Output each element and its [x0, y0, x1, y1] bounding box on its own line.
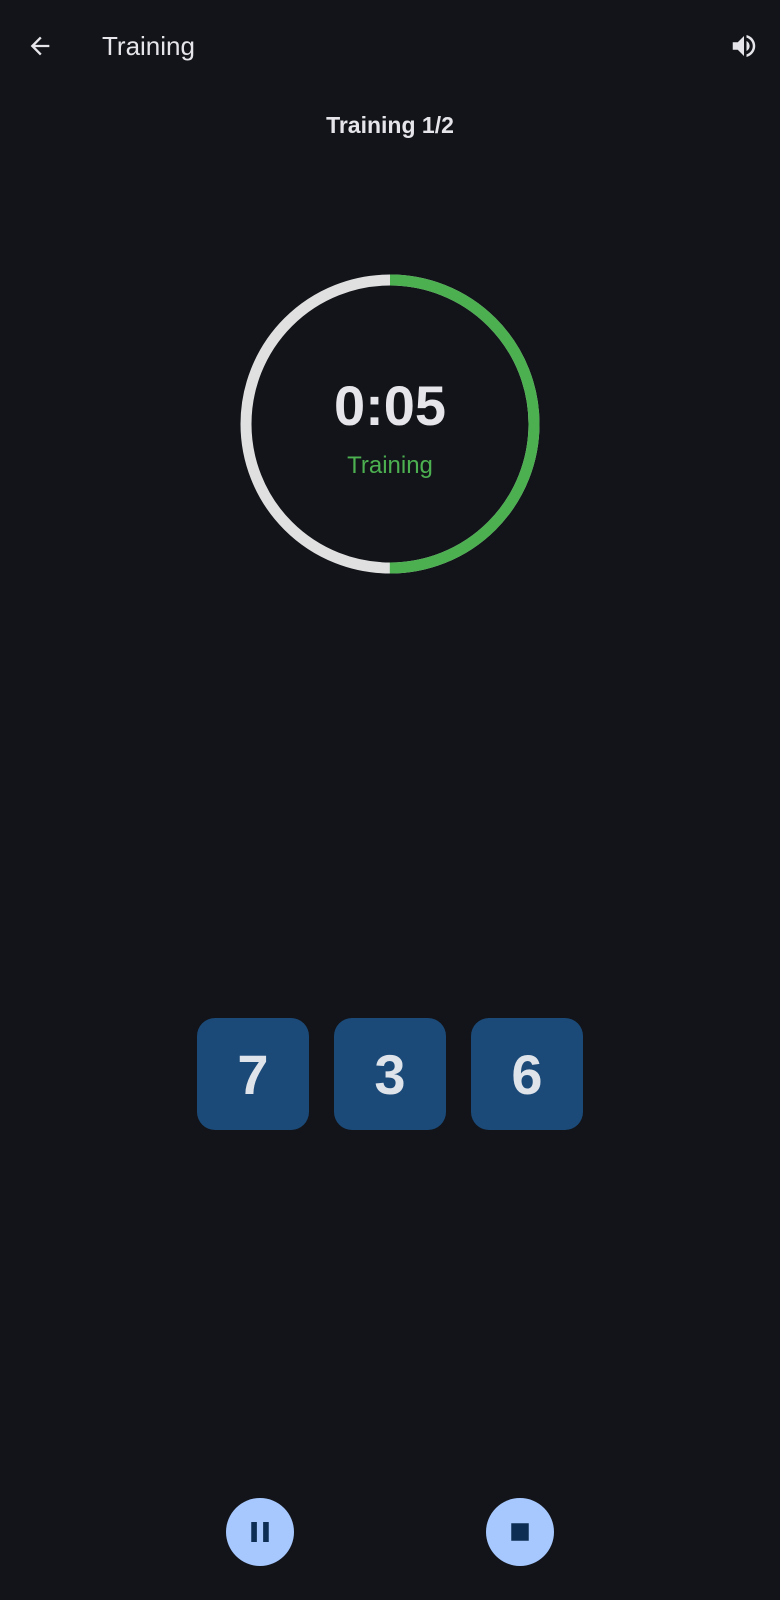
- stop-icon: [511, 1523, 529, 1541]
- stop-button[interactable]: [486, 1498, 554, 1566]
- volume-up-icon: [732, 35, 756, 57]
- page-title: Training: [102, 31, 195, 61]
- countdown-timer: 0:05 Training: [240, 274, 540, 574]
- round-counter: Training 1/2: [326, 112, 454, 138]
- pause-icon: [251, 1522, 269, 1542]
- back-button[interactable]: [16, 22, 64, 70]
- digit-tile: 6: [471, 1018, 583, 1130]
- arrow-back-icon: [30, 36, 50, 56]
- pause-button[interactable]: [226, 1498, 294, 1566]
- sound-toggle-button[interactable]: [720, 22, 768, 70]
- digit-tile: 7: [197, 1018, 309, 1130]
- timer-phase-label: Training: [347, 452, 433, 479]
- app-bar: Training: [0, 0, 780, 92]
- timer-time: 0:05: [333, 374, 447, 437]
- digit-tile: 3: [334, 1018, 446, 1130]
- digit-sequence: 7 3 6: [197, 1018, 583, 1130]
- training-screen: Training Training 1/2 0:05 Training 7 3 …: [0, 0, 780, 1600]
